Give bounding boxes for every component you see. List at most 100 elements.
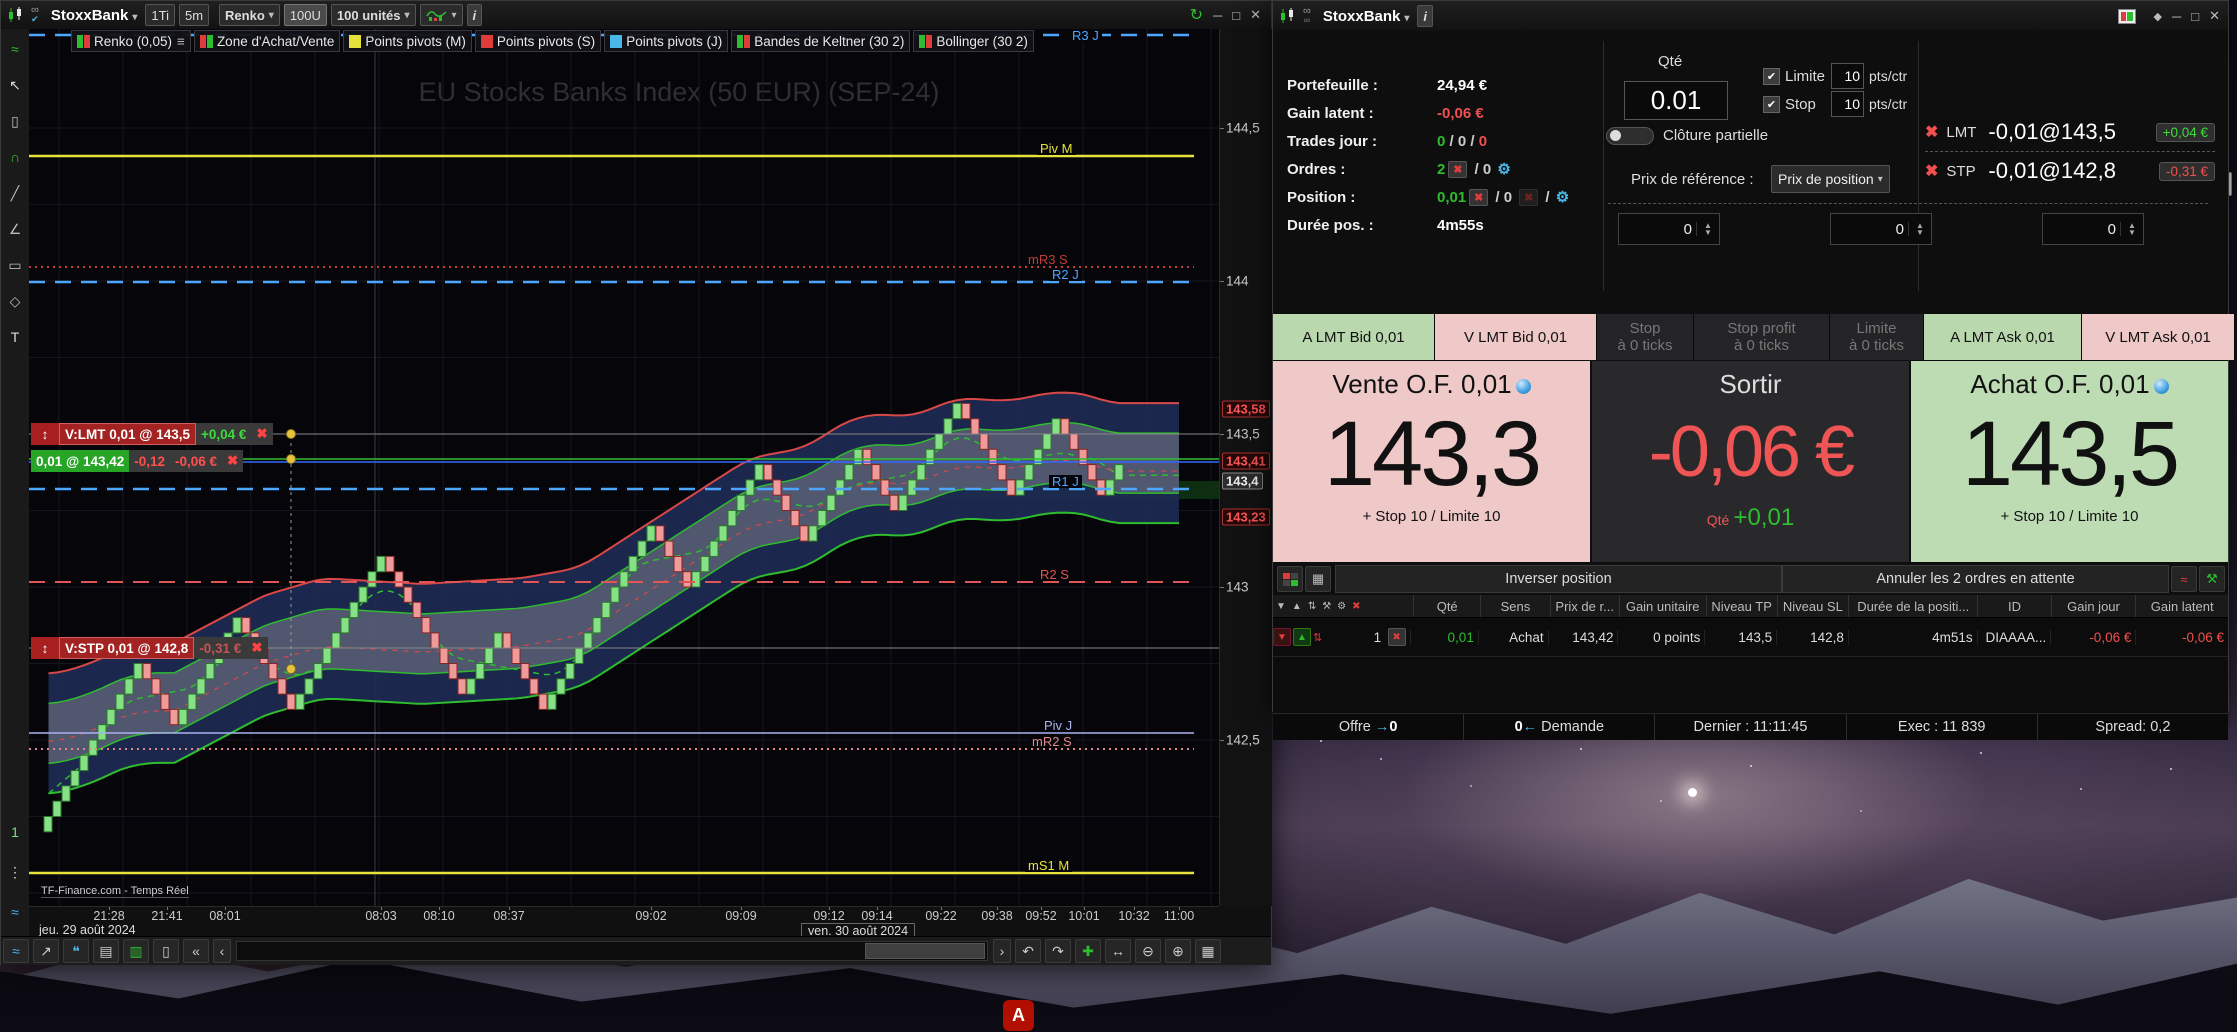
limit-order-button[interactable]: V LMT Bid 0,01: [1435, 314, 1597, 360]
order-tag-close-icon[interactable]: ✖: [251, 423, 273, 445]
price-offset-spinner[interactable]: 0 ▲ ▼: [1618, 213, 1720, 245]
chart-scrollbar[interactable]: [236, 941, 988, 961]
pin-icon[interactable]: ◆: [2154, 10, 2162, 23]
partial-close-toggle[interactable]: [1606, 127, 1654, 145]
text-icon[interactable]: T: [1, 329, 29, 345]
column-header[interactable]: Niveau TP: [1705, 595, 1777, 617]
zoom-fit-icon[interactable]: ↔: [1105, 939, 1131, 963]
drag-handle-icon[interactable]: ↕: [31, 637, 59, 659]
draw-curve-icon[interactable]: ≈: [1, 41, 29, 57]
spinner-arrows[interactable]: ▲ ▼: [2120, 222, 2143, 237]
refresh-icon[interactable]: ↻: [1190, 5, 1203, 25]
minimize-button[interactable]: ─: [1213, 8, 1222, 23]
cancel-box-dim-icon[interactable]: ✖: [1519, 188, 1539, 206]
wave-icon[interactable]: ≈: [1, 904, 29, 920]
keyboard-icon[interactable]: ▦: [1305, 566, 1331, 592]
price-axis[interactable]: 144,5 144 143,5 143 142,5 143,58 143,41 143,4 14…: [1219, 29, 1272, 906]
order-tag[interactable]: ↕ V:LMT 0,01 @ 143,5 +0,04 € ✖: [31, 423, 273, 445]
maximize-button[interactable]: □: [1232, 8, 1240, 23]
zoom-out-icon[interactable]: ⊖: [1135, 939, 1161, 963]
trendline-icon[interactable]: ╱: [1, 185, 29, 202]
undo-icon[interactable]: ↶: [1015, 939, 1041, 963]
panel-symbol-selector[interactable]: StoxxBank ▾: [1323, 8, 1410, 25]
scroll-right-icon[interactable]: ›: [993, 939, 1011, 963]
order-tag-close-icon[interactable]: ✖: [222, 450, 244, 472]
share-icon[interactable]: ↗: [33, 939, 59, 963]
cancel-orders-button[interactable]: Annuler les 2 ordres en attente: [1782, 565, 2169, 593]
spinner-arrows[interactable]: ▲ ▼: [1696, 222, 1719, 237]
timeframe-5m-button[interactable]: 5m: [178, 4, 210, 26]
cancel-box-icon[interactable]: ✖: [1387, 628, 1406, 646]
limit-checkbox[interactable]: ✔: [1763, 67, 1780, 85]
cursor-icon[interactable]: ↖: [1, 77, 29, 94]
cancel-all-icon[interactable]: ✖: [1352, 601, 1360, 612]
column-header[interactable]: Prix de r...: [1549, 595, 1619, 617]
comment-icon[interactable]: ❝: [63, 939, 89, 963]
sort-both-icon[interactable]: ⇅: [1308, 601, 1316, 612]
alert-count-icon[interactable]: 1: [1, 824, 29, 840]
price-offset-spinner[interactable]: 0 ▲ ▼: [2042, 213, 2144, 245]
pdf-app-icon[interactable]: A: [1003, 1000, 1034, 1031]
buy-row-icon[interactable]: ▲: [1293, 628, 1311, 646]
limit-order-button[interactable]: A LMT Bid 0,01: [1273, 314, 1435, 360]
price-offset-spinner[interactable]: 0 ▲ ▼: [1830, 213, 1932, 245]
sort-down-icon[interactable]: ▼: [1276, 601, 1286, 612]
exit-position-button[interactable]: Sortir -0,06 € Qté +0,01: [1592, 361, 1909, 562]
sell-market-button[interactable]: Vente O.F. 0,01 143,3 + Stop 10 / Limite…: [1273, 361, 1590, 562]
pending-adjust-button[interactable]: Stop à 0 ticks: [1597, 314, 1694, 360]
column-header[interactable]: Gain unitaire: [1618, 595, 1706, 617]
pending-adjust-button[interactable]: Limite à 0 ticks: [1830, 314, 1924, 360]
zoom-in-icon[interactable]: ⊕: [1165, 939, 1191, 963]
indicator-badge[interactable]: Renko (0,05) ≡: [71, 30, 191, 52]
trash-icon[interactable]: ▯: [1, 113, 29, 130]
link-icon[interactable]: ∞ ✔: [31, 5, 39, 24]
inverse-position-button[interactable]: Inverser position: [1335, 565, 1782, 593]
chart-orders-icon[interactable]: ≈: [2171, 566, 2197, 592]
indicator-badge[interactable]: Bollinger (30 2): [913, 30, 1034, 52]
time-axis[interactable]: jeu. 29 août 2024 ven. 30 août 2024 21:2…: [29, 906, 1219, 939]
indicator-menu-icon[interactable]: ≡: [177, 34, 185, 49]
reference-price-select[interactable]: Prix de position ▾: [1771, 165, 1890, 193]
indicator-badge[interactable]: Bandes de Keltner (30 2): [731, 30, 911, 52]
bars-icon[interactable]: ▥: [123, 939, 149, 963]
limit-ticks-input[interactable]: [1831, 63, 1865, 89]
position-row[interactable]: ▼ ▲ ⇅ 1 ✖ 0,01 Achat 143,42 0 points 143,5 142,8 4m…: [1273, 618, 2228, 657]
grid-layout-icon[interactable]: [1277, 566, 1303, 592]
stop-checkbox[interactable]: ✔: [1763, 95, 1780, 113]
collapse-icon[interactable]: «: [183, 939, 209, 963]
gears-icon[interactable]: ⚙: [1556, 188, 1569, 206]
chart-style-button[interactable]: ▾: [419, 4, 463, 26]
units-selector[interactable]: 100 unités ▾: [330, 4, 416, 26]
sell-row-icon[interactable]: ▼: [1273, 628, 1291, 646]
minimize-button[interactable]: ─: [2172, 9, 2181, 24]
indicator-badge[interactable]: Points pivots (M): [343, 30, 472, 52]
ruler-icon[interactable]: ◇: [1, 293, 29, 310]
column-header[interactable]: ID: [1977, 595, 2050, 617]
cancel-order-icon[interactable]: ✖: [1925, 161, 1938, 181]
keyboard-icon[interactable]: ▦: [1195, 939, 1221, 963]
redo-icon[interactable]: ↷: [1045, 939, 1071, 963]
maximize-button[interactable]: □: [2191, 9, 2199, 24]
drag-handle-icon[interactable]: ↕: [31, 423, 59, 445]
timeframe-1ti-button[interactable]: 1Ti: [145, 4, 175, 26]
rectangle-icon[interactable]: ▭: [1, 257, 29, 274]
order-tag[interactable]: ↕ V:STP 0,01 @ 142,8 -0,31 € ✖: [31, 637, 268, 659]
pending-adjust-button[interactable]: Stop profit à 0 ticks: [1694, 314, 1830, 360]
buy-market-button[interactable]: Achat O.F. 0,01 143,5 + Stop 10 / Limite…: [1911, 361, 2228, 562]
close-position-icon[interactable]: ✖: [1385, 628, 1410, 646]
indicator-badge[interactable]: Points pivots (J): [604, 30, 729, 52]
device-icon[interactable]: ▯: [153, 939, 179, 963]
cancel-box-icon[interactable]: ✖: [1448, 160, 1468, 178]
magnet-icon[interactable]: ∩: [1, 149, 29, 165]
units-short-button[interactable]: 100U: [283, 4, 327, 26]
chart-symbol-selector[interactable]: StoxxBank ▾: [51, 7, 138, 24]
column-header[interactable]: Qté: [1413, 595, 1480, 617]
sort-up-icon[interactable]: ▲: [1292, 601, 1302, 612]
chart-canvas[interactable]: EU Stocks Banks Index (50 EUR) (SEP-24) …: [29, 29, 1219, 906]
order-tag-close-icon[interactable]: ✖: [246, 637, 268, 659]
chart-scrollbar-thumb[interactable]: [865, 943, 985, 959]
close-button[interactable]: ✕: [2209, 8, 2220, 24]
tools-icon[interactable]: ⚒: [2199, 566, 2225, 592]
gears-icon[interactable]: ⚙: [1337, 601, 1346, 612]
gears-icon[interactable]: ⚙: [1497, 160, 1510, 178]
